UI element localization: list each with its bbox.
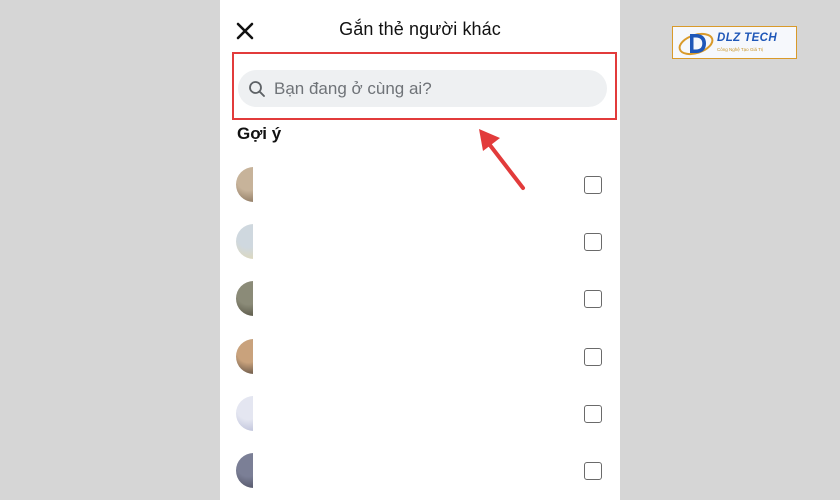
highlight-box bbox=[232, 52, 617, 120]
suggestion-row[interactable] bbox=[220, 271, 620, 328]
select-checkbox[interactable] bbox=[584, 290, 602, 309]
logo-mark-icon bbox=[678, 32, 714, 56]
page-title: Gắn thẻ người khác bbox=[339, 19, 501, 39]
suggestions-heading: Gợi ý bbox=[237, 124, 282, 143]
suggestion-row[interactable] bbox=[220, 329, 620, 386]
suggestion-row[interactable] bbox=[220, 443, 620, 500]
redacted-name bbox=[253, 446, 573, 495]
select-checkbox[interactable] bbox=[584, 347, 602, 366]
redacted-name bbox=[253, 332, 573, 381]
redacted-name bbox=[253, 218, 573, 267]
redacted-name bbox=[253, 389, 573, 438]
select-checkbox[interactable] bbox=[584, 461, 602, 480]
suggestion-row[interactable] bbox=[220, 214, 620, 271]
brand-logo: DLZ TECH Công Nghệ Tạo Giá Trị bbox=[672, 26, 797, 59]
select-checkbox[interactable] bbox=[584, 176, 602, 194]
suggestion-list bbox=[220, 157, 620, 500]
logo-tagline: Công Nghệ Tạo Giá Trị bbox=[717, 47, 764, 52]
arrow-icon bbox=[479, 129, 525, 190]
suggestion-row[interactable] bbox=[220, 386, 620, 443]
select-checkbox[interactable] bbox=[584, 233, 602, 252]
select-checkbox[interactable] bbox=[584, 404, 602, 423]
logo-name: DLZ TECH bbox=[717, 32, 778, 44]
suggestion-row[interactable] bbox=[220, 157, 620, 214]
redacted-name bbox=[253, 275, 573, 324]
